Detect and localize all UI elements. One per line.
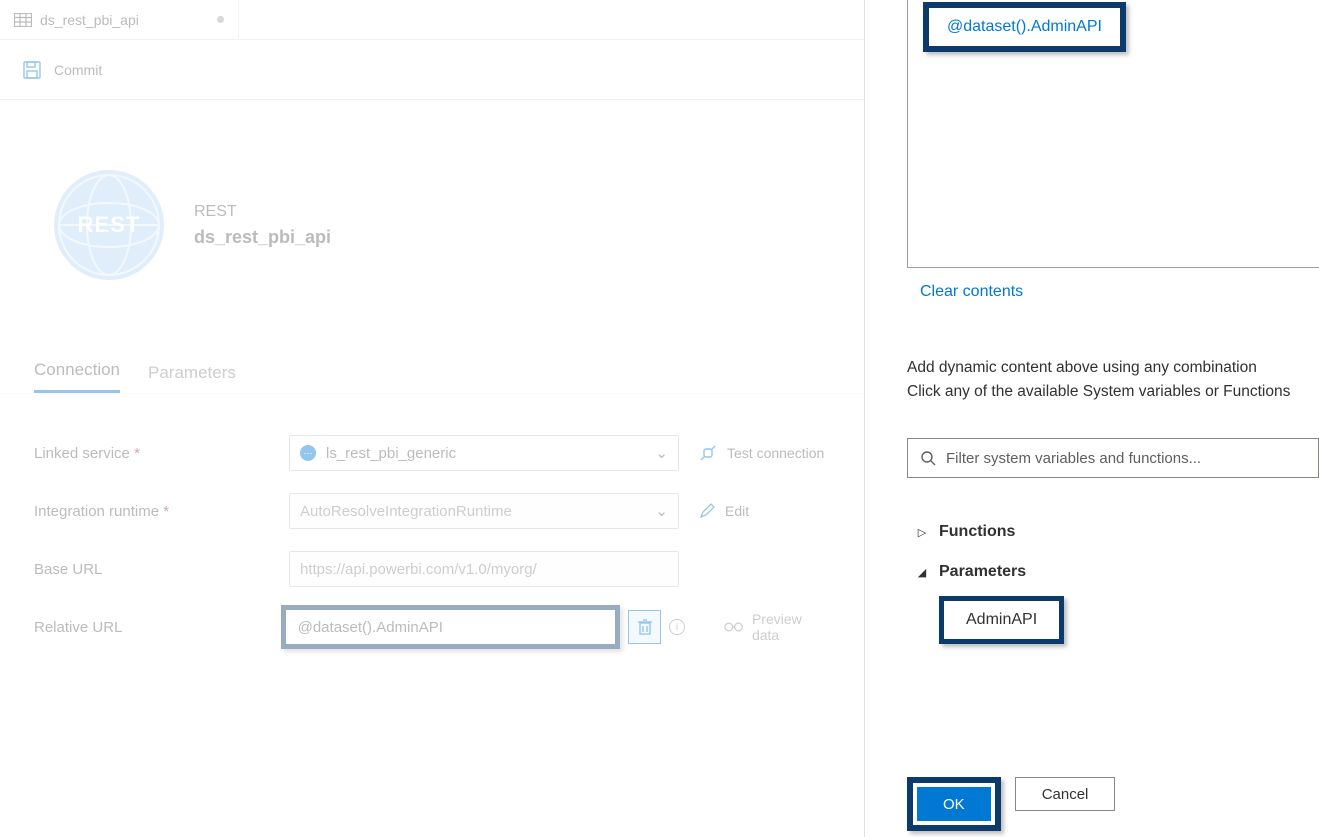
editor-tab-title: ds_rest_pbi_api xyxy=(40,12,139,28)
linked-service-label: Linked service * xyxy=(34,445,289,462)
preview-data-button[interactable]: Preview data xyxy=(723,611,830,643)
commit-label: Commit xyxy=(54,62,102,78)
relative-url-input[interactable]: @dataset().AdminAPI xyxy=(281,605,621,649)
chevron-down-icon: ⌄ xyxy=(655,444,668,462)
triangle-right-icon: ▷ xyxy=(915,526,929,539)
editor-tab-dataset[interactable]: ds_rest_pbi_api xyxy=(0,0,239,39)
expression-value: @dataset().AdminAPI xyxy=(947,18,1102,35)
editor-tab-bar: ds_rest_pbi_api xyxy=(0,0,864,40)
relative-url-value: @dataset().AdminAPI xyxy=(298,619,443,636)
dataset-sub-tabs: Connection Parameters xyxy=(0,350,864,394)
save-icon xyxy=(22,60,42,80)
relative-url-label: Relative URL xyxy=(34,619,281,636)
service-badge-icon: ⋯ xyxy=(300,445,316,461)
integration-runtime-select[interactable]: AutoResolveIntegrationRuntime ⌄ xyxy=(289,493,679,529)
base-url-label: Base URL xyxy=(34,561,289,578)
test-connection-button[interactable]: Test connection xyxy=(699,444,824,462)
dynamic-content-help: Add dynamic content above using any comb… xyxy=(907,356,1319,404)
tab-parameters[interactable]: Parameters xyxy=(148,363,236,393)
edit-runtime-button[interactable]: Edit xyxy=(699,503,749,519)
functions-label: Functions xyxy=(939,523,1015,541)
base-url-input: https://api.powerbi.com/v1.0/myorg/ xyxy=(289,551,679,587)
dataset-type-label: REST xyxy=(194,203,331,221)
tab-connection[interactable]: Connection xyxy=(34,360,120,393)
integration-runtime-value: AutoResolveIntegrationRuntime xyxy=(300,503,512,520)
dataset-header: REST REST ds_rest_pbi_api xyxy=(0,100,864,350)
filter-placeholder: Filter system variables and functions... xyxy=(946,450,1201,467)
rest-service-icon: REST xyxy=(54,170,164,280)
rest-badge-label: REST xyxy=(78,212,141,238)
plug-icon xyxy=(699,444,717,462)
base-url-value: https://api.powerbi.com/v1.0/myorg/ xyxy=(300,561,537,578)
ok-button-highlight: OK xyxy=(907,777,1001,831)
filter-variables-input[interactable]: Filter system variables and functions... xyxy=(907,438,1319,478)
clear-relative-url-button[interactable] xyxy=(628,610,661,644)
info-icon[interactable]: i xyxy=(669,619,685,635)
functions-group[interactable]: ▷ Functions xyxy=(915,512,1064,552)
trash-icon xyxy=(637,618,653,636)
search-icon xyxy=(920,450,936,466)
commit-button[interactable]: Commit xyxy=(0,40,864,100)
ok-button[interactable]: OK xyxy=(917,787,991,821)
parameters-group[interactable]: ◢ Parameters xyxy=(915,552,1064,592)
glasses-icon xyxy=(723,620,744,634)
pencil-icon xyxy=(699,503,715,519)
chevron-down-icon: ⌄ xyxy=(655,502,668,520)
cancel-button[interactable]: Cancel xyxy=(1015,777,1116,811)
linked-service-value: ls_rest_pbi_generic xyxy=(326,445,456,462)
dataset-grid-icon xyxy=(14,13,32,27)
dynamic-content-panel: @dataset().AdminAPI Clear contents Add d… xyxy=(865,0,1319,837)
linked-service-select[interactable]: ⋯ ls_rest_pbi_generic ⌄ xyxy=(289,435,679,471)
integration-runtime-label: Integration runtime * xyxy=(34,503,289,520)
expression-value-highlight: @dataset().AdminAPI xyxy=(923,2,1126,52)
expression-editor[interactable]: @dataset().AdminAPI xyxy=(907,0,1319,268)
parameters-label: Parameters xyxy=(939,563,1026,581)
triangle-down-icon: ◢ xyxy=(915,566,929,579)
dataset-name-label: ds_rest_pbi_api xyxy=(194,227,331,248)
parameter-item-adminapi[interactable]: AdminAPI xyxy=(939,596,1064,644)
unsaved-indicator-icon xyxy=(217,16,224,23)
clear-contents-link[interactable]: Clear contents xyxy=(920,283,1023,301)
